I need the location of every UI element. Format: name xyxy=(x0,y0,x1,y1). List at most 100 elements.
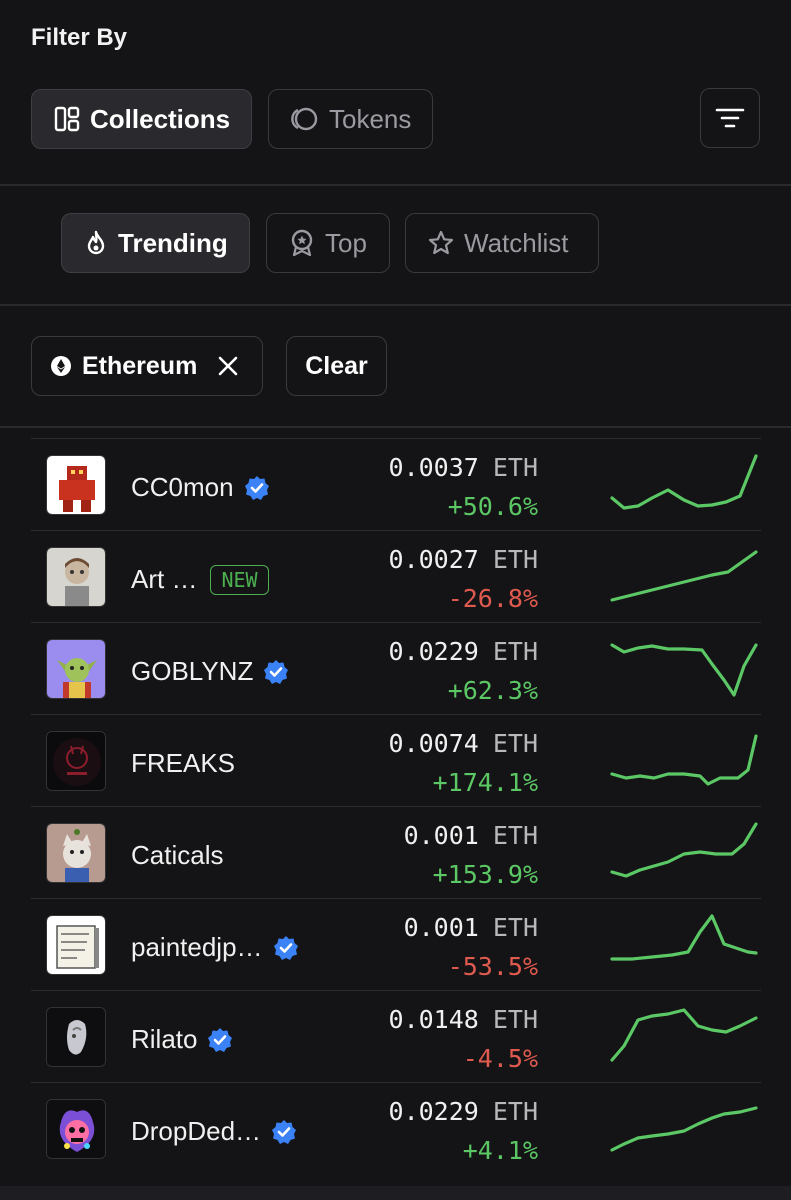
floor-price: 0.0037 ETH xyxy=(389,453,538,482)
flame-icon xyxy=(84,230,108,256)
tab-top-label: Top xyxy=(325,227,367,258)
collection-avatar xyxy=(46,547,106,607)
bottom-nav-partial xyxy=(0,1186,791,1200)
collection-name: CC0mon xyxy=(131,472,234,502)
sparkline-line xyxy=(610,1008,758,1062)
sparkline-chart xyxy=(610,454,758,510)
collection-avatar xyxy=(46,731,106,791)
chip-ethereum[interactable]: Ethereum xyxy=(31,336,263,396)
price-value: 0.001 xyxy=(403,821,479,850)
collection-name-group: FREAKS xyxy=(131,748,235,779)
collection-name: GOBLYNZ xyxy=(131,656,254,686)
sparkline-line xyxy=(610,643,758,697)
collection-name: FREAKS xyxy=(131,748,236,778)
collection-name-group: Rilato xyxy=(131,1024,233,1055)
collection-row[interactable]: Art … NEW 0.0027 ETH -26.8% xyxy=(31,530,761,622)
price-unit: ETH xyxy=(492,1005,538,1034)
collection-name-group: DropDed… xyxy=(131,1116,297,1147)
price-value: 0.0074 xyxy=(388,729,479,758)
price-value: 0.0037 xyxy=(388,453,479,482)
price-change: -4.5% xyxy=(462,1044,538,1073)
award-icon xyxy=(289,229,315,257)
collection-row[interactable]: Caticals 0.001 ETH +153.9% xyxy=(31,806,761,898)
tab-trending[interactable]: Trending xyxy=(61,213,250,273)
collection-name: Art … xyxy=(131,564,198,594)
floor-price: 0.001 ETH xyxy=(404,913,538,942)
floor-price: 0.0229 ETH xyxy=(389,637,538,666)
price-change: +50.6% xyxy=(447,492,538,521)
collection-row[interactable]: CC0mon 0.0037 ETH +50.6% xyxy=(31,438,761,530)
floor-price: 0.0229 ETH xyxy=(389,1097,538,1126)
sparkline-line xyxy=(610,1106,758,1152)
sparkline-line xyxy=(610,914,758,961)
collection-name-group: Caticals xyxy=(131,840,223,871)
tab-trending-label: Trending xyxy=(118,227,228,258)
price-value: 0.0027 xyxy=(388,545,479,574)
price-value: 0.0148 xyxy=(388,1005,479,1034)
sparkline-chart xyxy=(610,1008,758,1062)
price-unit: ETH xyxy=(492,821,538,850)
collection-name-group: CC0mon xyxy=(131,472,270,503)
sparkline-chart xyxy=(610,550,758,602)
collection-avatar xyxy=(46,823,106,883)
filter-lines-icon xyxy=(715,107,745,129)
collection-row[interactable]: paintedjp… 0.001 ETH -53.5% xyxy=(31,898,761,990)
price-value: 0.0229 xyxy=(388,1097,479,1126)
floor-price: 0.0148 ETH xyxy=(389,1005,538,1034)
price-unit: ETH xyxy=(492,729,538,758)
collection-row[interactable]: Rilato 0.0148 ETH -4.5% xyxy=(31,990,761,1082)
verified-badge-icon xyxy=(263,659,289,685)
sparkline-line xyxy=(610,454,758,510)
sort-filter-button[interactable] xyxy=(700,88,760,148)
star-icon xyxy=(428,230,454,256)
tab-collections-label: Collections xyxy=(90,103,231,134)
tokens-coin-icon xyxy=(289,106,319,132)
section-divider xyxy=(0,184,791,186)
collection-name: DropDed… xyxy=(131,1116,262,1146)
collection-row[interactable]: DropDed… 0.0229 ETH +4.1% xyxy=(31,1082,761,1174)
sparkline-chart xyxy=(610,914,758,961)
price-change: -53.5% xyxy=(447,952,538,981)
section-divider xyxy=(0,426,791,428)
price-unit: ETH xyxy=(492,1097,538,1126)
chip-ethereum-label: Ethereum xyxy=(82,351,198,380)
clear-button[interactable]: Clear xyxy=(286,336,387,396)
floor-price: 0.001 ETH xyxy=(404,821,538,850)
ethereum-icon xyxy=(50,355,72,377)
sparkline-chart xyxy=(610,643,758,697)
new-badge: NEW xyxy=(210,564,269,595)
collection-avatar xyxy=(46,915,106,975)
collection-name: Rilato xyxy=(131,1024,198,1054)
price-change: +174.1% xyxy=(432,768,538,797)
price-unit: ETH xyxy=(492,913,538,942)
sparkline-line xyxy=(610,550,758,602)
floor-price: 0.0074 ETH xyxy=(389,729,538,758)
price-unit: ETH xyxy=(492,637,538,666)
clear-button-label: Clear xyxy=(305,351,368,380)
verified-badge-icon xyxy=(271,1119,297,1145)
sparkline-chart xyxy=(610,734,758,786)
collection-name: Caticals xyxy=(131,840,224,870)
tab-collections[interactable]: Collections xyxy=(31,89,252,149)
collection-avatar xyxy=(46,1099,106,1159)
close-icon[interactable] xyxy=(217,355,239,377)
collection-avatar xyxy=(46,639,106,699)
tab-watchlist[interactable]: Watchlist xyxy=(405,213,599,273)
collections-grid-icon xyxy=(54,106,80,132)
price-unit: ETH xyxy=(492,453,538,482)
floor-price: 0.0027 ETH xyxy=(389,545,538,574)
tab-top[interactable]: Top xyxy=(266,213,390,273)
verified-badge-icon xyxy=(207,1027,233,1053)
collection-name-group: GOBLYNZ xyxy=(131,656,289,687)
collection-row[interactable]: FREAKS 0.0074 ETH +174.1% xyxy=(31,714,761,806)
sparkline-line xyxy=(610,822,758,878)
collection-avatar xyxy=(46,455,106,515)
filter-title: Filter By xyxy=(31,24,128,51)
price-change: -26.8% xyxy=(447,584,538,613)
collection-name-group: Art … NEW xyxy=(131,564,269,595)
sparkline-chart xyxy=(610,822,758,878)
tab-tokens[interactable]: Tokens xyxy=(268,89,433,149)
collection-row[interactable]: GOBLYNZ 0.0229 ETH +62.3% xyxy=(31,622,761,714)
price-value: 0.001 xyxy=(403,913,479,942)
section-divider xyxy=(0,304,791,306)
